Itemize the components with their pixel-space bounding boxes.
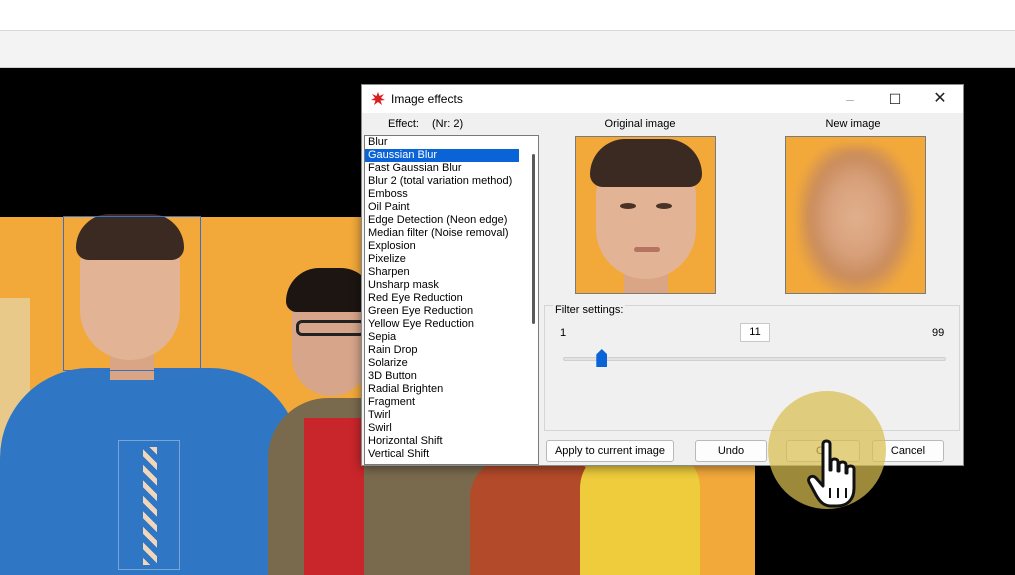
list-scrollbar[interactable] xyxy=(532,154,535,324)
effect-item[interactable]: Horizontal Shift xyxy=(365,435,519,448)
effect-item[interactable]: Green Eye Reduction xyxy=(365,305,519,318)
effect-item[interactable]: Radial Brighten xyxy=(365,383,519,396)
effect-item[interactable]: Oil Paint xyxy=(365,201,519,214)
effect-item[interactable]: Fast Gaussian Blur xyxy=(365,162,519,175)
effect-item[interactable]: Explosion xyxy=(365,240,519,253)
effects-list[interactable]: Blur Gaussian Blur Fast Gaussian Blur Blur … xyxy=(364,135,539,465)
effect-item[interactable]: Emboss xyxy=(365,188,519,201)
effect-item[interactable]: Unsharp mask xyxy=(365,279,519,292)
effect-number: (Nr: 2) xyxy=(432,118,464,130)
undo-button[interactable]: Undo xyxy=(695,440,767,462)
red-splash-icon xyxy=(371,92,385,105)
hand-cursor-icon xyxy=(807,439,856,508)
effect-item[interactable]: Edge Detection (Neon edge) xyxy=(365,214,519,227)
original-image-caption: Original image xyxy=(604,118,676,130)
effect-item[interactable]: Swirl xyxy=(365,422,519,435)
effect-item[interactable]: Pixelize xyxy=(365,253,519,266)
person-4 xyxy=(580,448,700,575)
original-image-preview xyxy=(575,136,716,294)
effect-item[interactable]: Rain Drop xyxy=(365,344,519,357)
filter-settings-label: Filter settings: xyxy=(553,304,626,316)
effect-item[interactable]: Gaussian Blur xyxy=(365,149,519,162)
filter-settings-group: Filter settings: 1 11 99 xyxy=(544,304,960,431)
new-image-preview xyxy=(785,136,926,294)
effect-item[interactable]: Blur 2 (total variation method) xyxy=(365,175,519,188)
effect-item[interactable]: Twirl xyxy=(365,409,519,422)
slider-max-value: 99 xyxy=(932,327,945,339)
effect-item[interactable]: Vertical Shift xyxy=(365,448,519,461)
close-button[interactable]: ✕ xyxy=(918,85,962,113)
maximize-button[interactable]: ☐ xyxy=(873,85,917,113)
new-image-caption: New image xyxy=(825,118,881,130)
effect-label: Effect: xyxy=(388,118,419,130)
effect-item[interactable]: Sharpen xyxy=(365,266,519,279)
dna-print xyxy=(118,440,180,570)
effect-item[interactable]: Median filter (Noise removal) xyxy=(365,227,519,240)
effect-item[interactable]: Red Eye Reduction xyxy=(365,292,519,305)
dialog-title-bar: Image effects – ☐ ✕ xyxy=(362,85,963,113)
app-title-bar xyxy=(0,0,1015,31)
app-toolbar xyxy=(0,31,1015,68)
minimize-button[interactable]: – xyxy=(828,85,872,113)
effect-item[interactable]: Sepia xyxy=(365,331,519,344)
slider-min-value: 1 xyxy=(560,327,567,339)
effect-item[interactable]: 3D Button xyxy=(365,370,519,383)
selection-rectangle[interactable] xyxy=(63,216,201,371)
apply-to-current-image-button[interactable]: Apply to current image xyxy=(546,440,674,462)
slider-current-value: 11 xyxy=(740,323,770,342)
effect-item[interactable]: Yellow Eye Reduction xyxy=(365,318,519,331)
effect-item[interactable]: Solarize xyxy=(365,357,519,370)
person-2-shirt xyxy=(304,418,364,575)
effect-item[interactable]: Blur xyxy=(365,136,519,149)
image-effects-dialog: Image effects – ☐ ✕ Effect: (Nr: 2) Blur… xyxy=(361,84,964,466)
filter-slider-track[interactable] xyxy=(563,357,946,361)
dialog-title: Image effects xyxy=(391,92,463,106)
filter-slider-thumb[interactable] xyxy=(596,349,608,367)
person-2-glasses xyxy=(296,320,366,336)
effect-item[interactable]: Fragment xyxy=(365,396,519,409)
